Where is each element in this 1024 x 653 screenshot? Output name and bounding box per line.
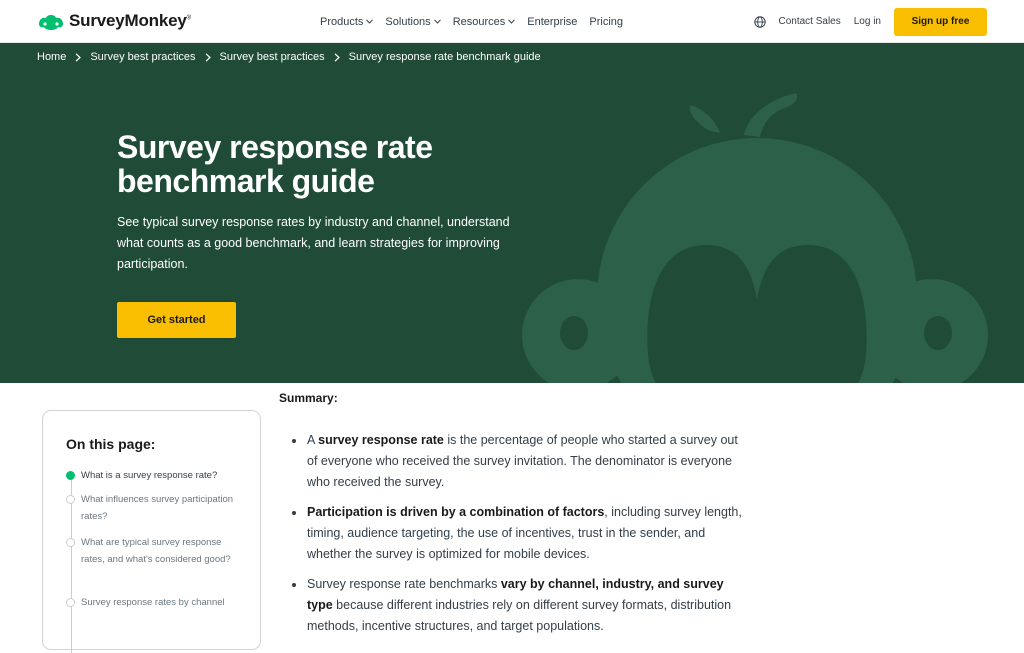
chevron-down-icon [433,19,441,24]
contact-sales-link[interactable]: Contact Sales [778,16,840,27]
toc-item-participation-factors[interactable]: What influences survey participation rat… [66,493,241,525]
breadcrumb-current: Survey response rate benchmark guide [348,51,541,63]
chevron-down-icon [508,19,516,24]
toc-item-rates-by-channel[interactable]: Survey response rates by channel [66,596,241,611]
globe-icon[interactable] [754,15,767,28]
nav-products[interactable]: Products [320,16,374,28]
monkey-illustration [522,93,988,383]
summary-heading: Summary: [279,391,338,405]
logo-wordmark: SurveyMonkey® [69,11,191,30]
main-nav: Products Solutions Resources Enterprise … [320,0,623,43]
breadcrumb: Home Survey best practices Survey best p… [37,51,541,63]
nav-pricing[interactable]: Pricing [589,16,623,28]
toc-item-label: What is a survey response rate? [81,470,218,481]
dot-icon [66,538,75,547]
hero-banner: Home Survey best practices Survey best p… [0,43,1024,383]
chevron-down-icon [366,19,374,24]
breadcrumb-home[interactable]: Home [37,51,66,63]
nav-enterprise[interactable]: Enterprise [527,16,577,28]
surveymonkey-logo[interactable]: SurveyMonkey® [37,11,191,31]
signup-button[interactable]: Sign up free [894,7,987,36]
summary-list: A survey response rate is the percentage… [290,430,750,646]
table-of-contents: On this page: What is a survey response … [42,410,261,653]
breadcrumb-best-practices[interactable]: Survey best practices [90,51,195,63]
get-started-button[interactable]: Get started [117,302,236,338]
breadcrumb-best-practices-2[interactable]: Survey best practices [220,51,325,63]
toc-item-label: Survey response rates by channel [81,597,225,608]
dot-icon [66,598,75,607]
toc-item-label: What influences survey participation rat… [81,494,234,522]
toc-item-what-is-response-rate[interactable]: What is a survey response rate? [66,469,241,484]
chevron-right-icon [205,52,211,62]
list-item: A survey response rate is the percentage… [290,430,750,493]
nav-actions: Contact Sales Log in Sign up free [754,0,987,43]
toc-item-label: What are typical survey response rates, … [81,537,231,565]
login-link[interactable]: Log in [854,16,881,27]
toc-item-typical-rates[interactable]: What are typical survey response rates, … [66,536,241,568]
top-navigation: SurveyMonkey® Products Solutions Resourc… [0,0,1024,43]
chevron-right-icon [75,52,82,62]
chevron-right-icon [334,52,340,62]
nav-resources[interactable]: Resources [453,16,516,28]
nav-solutions[interactable]: Solutions [385,16,441,28]
monkey-logo-icon [39,15,63,30]
hero-description: See typical survey response rates by ind… [117,215,510,271]
page-title: Survey response rate benchmark guide [117,129,433,199]
list-item: Participation is driven by a combination… [290,502,750,565]
toc-title: On this page: [66,436,156,452]
list-item: Survey response rate benchmarks vary by … [290,574,750,637]
dot-icon [66,495,75,504]
active-dot-icon [66,471,75,480]
